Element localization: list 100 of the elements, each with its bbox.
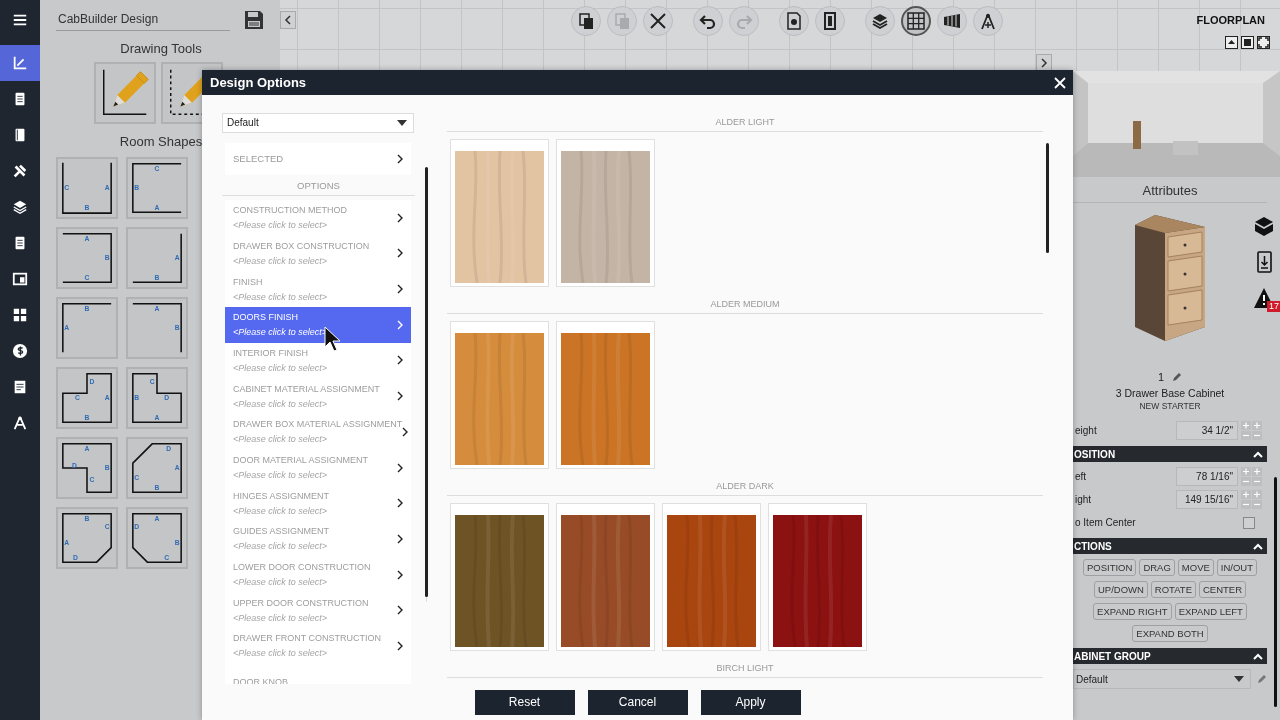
action-button[interactable]: EXPAND LEFT [1174, 603, 1247, 620]
scrollbar[interactable] [1046, 143, 1049, 253]
action-button[interactable]: ROTATE [1150, 581, 1196, 598]
dialog-button[interactable]: Reset [474, 689, 575, 715]
caret-icon [397, 119, 407, 126]
wall-icon[interactable] [937, 6, 967, 36]
section-title: OSITION [1074, 448, 1116, 460]
option-item[interactable]: INTERIOR FINISH <Please click to select> [225, 342, 411, 379]
grid-icon[interactable] [901, 6, 931, 36]
pencil-icon[interactable] [1172, 372, 1183, 382]
checkbox[interactable] [1243, 516, 1255, 529]
layers-icon[interactable] [865, 6, 895, 36]
chevron-icon[interactable] [1253, 652, 1263, 660]
delete-icon[interactable] [643, 6, 673, 36]
dialog-button[interactable]: Apply [700, 689, 801, 715]
field-label: eight [1075, 425, 1098, 436]
chevron-right-icon [397, 212, 403, 223]
finish-swatch[interactable] [556, 321, 655, 469]
field-label: ight [1075, 494, 1093, 505]
chevron-icon[interactable] [1253, 542, 1263, 550]
finish-swatch[interactable] [556, 139, 655, 287]
page-settings-icon[interactable] [779, 6, 809, 36]
action-button[interactable]: DRAG [1139, 559, 1175, 576]
section-header[interactable]: ABINET GROUP [1073, 648, 1267, 664]
option-item[interactable]: UPPER DOOR CONSTRUCTION <Please click to select> [225, 592, 411, 629]
action-button[interactable]: IN/OUT [1216, 559, 1257, 576]
finish-swatch[interactable] [450, 321, 549, 469]
compass-icon[interactable] [973, 6, 1003, 36]
action-button[interactable]: POSITION [1082, 559, 1137, 576]
panel-title: Drawing Tools [119, 41, 203, 56]
finish-swatch[interactable] [662, 503, 761, 651]
option-item[interactable]: DRAWER FRONT CONSTRUCTION <Please click to select> [225, 628, 411, 664]
warning-count: 17 [1267, 301, 1280, 312]
undo-icon[interactable] [693, 6, 723, 36]
view-icon[interactable] [1225, 36, 1238, 49]
option-item[interactable]: DRAWER BOX CONSTRUCTION <Please click to select> [225, 235, 411, 272]
cursor-icon [324, 326, 342, 352]
option-item[interactable]: CABINET MATERIAL ASSIGNMENT <Please click to select> [225, 378, 411, 414]
fullscreen-icon[interactable] [1257, 36, 1270, 49]
copy-icon[interactable] [571, 6, 601, 36]
action-button[interactable]: EXPAND RIGHT [1093, 603, 1172, 620]
dimension-field[interactable]: 149 15/16" [1176, 490, 1238, 509]
action-button[interactable]: EXPAND BOTH [1132, 625, 1208, 642]
finish-swatch[interactable] [450, 503, 549, 651]
scrollbar[interactable] [1274, 477, 1277, 707]
selected-row[interactable]: SELECTED [225, 142, 411, 175]
option-item[interactable]: HINGES ASSIGNMENT <Please click to select> [225, 485, 411, 522]
item-style: NEW STARTER [1138, 401, 1202, 411]
chevron-left-icon [284, 15, 292, 25]
scrollbar[interactable] [425, 167, 428, 597]
panel-title: Room Shapes [118, 134, 204, 149]
option-item[interactable]: CONSTRUCTION METHOD <Please click to select> [225, 199, 411, 236]
section-header[interactable]: OSITION [1073, 446, 1267, 462]
option-item[interactable]: DOOR KNOB [225, 663, 411, 684]
option-item[interactable]: GUIDES ASSIGNMENT <Please click to select> [225, 521, 411, 557]
chevron-right-icon [397, 284, 403, 295]
chevron-right-icon [397, 248, 403, 259]
pencil-tool[interactable] [94, 62, 156, 124]
chevron-icon[interactable] [1253, 450, 1263, 458]
chevron-right-icon [397, 391, 403, 402]
finish-swatch[interactable] [556, 503, 655, 651]
chevron-right-icon [397, 319, 403, 330]
view-label: FLOORPLAN [1195, 13, 1266, 26]
height-field[interactable]: 34 1/2" [1176, 421, 1238, 440]
finish-swatch[interactable] [768, 503, 867, 651]
section-header[interactable]: CTIONS [1073, 538, 1267, 554]
item-name: 3 Drawer Base Cabinet [1114, 387, 1226, 399]
action-button[interactable]: CENTER [1199, 581, 1247, 598]
view-icon[interactable] [1241, 36, 1254, 49]
nav-chart-icon[interactable] [0, 45, 40, 81]
collapse-left-button[interactable] [280, 11, 296, 29]
field-label: eft [1075, 471, 1088, 482]
close-icon[interactable] [1053, 75, 1067, 90]
chevron-right-icon [397, 355, 403, 366]
option-item[interactable]: FINISH <Please click to select> [225, 271, 411, 307]
save-icon[interactable] [244, 9, 264, 30]
option-item[interactable]: DOOR MATERIAL ASSIGNMENT <Please click to select> [225, 449, 411, 486]
action-button[interactable]: UP/DOWN [1093, 581, 1148, 598]
group-select[interactable]: Default [1073, 669, 1251, 689]
cube-icon[interactable] [1253, 215, 1275, 237]
option-item[interactable]: LOWER DOOR CONSTRUCTION <Please click to select> [225, 556, 411, 593]
checkbox-label: o Item Center [1075, 517, 1137, 528]
finish-swatch[interactable] [450, 139, 549, 287]
pencil-icon[interactable] [1257, 674, 1267, 684]
chevron-right-icon [397, 462, 403, 473]
option-item[interactable]: DRAWER BOX MATERIAL ASSIGNMENT <Please click to select> [225, 414, 411, 450]
design-name-field[interactable]: CabBuilder Design [56, 8, 230, 31]
dimension-field[interactable]: 78 1/16" [1176, 467, 1238, 486]
door-icon[interactable] [815, 6, 845, 36]
group-title: ALDER MEDIUM [447, 299, 1043, 314]
action-button[interactable]: MOVE [1177, 559, 1214, 576]
option-item[interactable]: DOORS FINISH <Please click to select> [225, 306, 411, 343]
item-number: 1 [1157, 371, 1165, 383]
chevron-right-icon [397, 605, 403, 616]
caret-icon [1234, 676, 1244, 682]
dialog-button[interactable]: Cancel [587, 689, 688, 715]
section-title: ABINET GROUP [1074, 650, 1151, 662]
group-title: BIRCH LIGHT [447, 663, 1043, 678]
section-title: CTIONS [1074, 540, 1112, 552]
preset-dropdown[interactable]: Default [222, 113, 414, 133]
